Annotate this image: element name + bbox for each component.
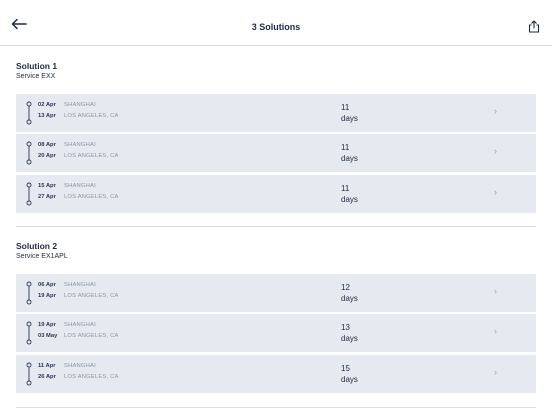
arrival-date: 03 May — [38, 333, 58, 339]
chevron-right-icon: › — [494, 106, 497, 116]
route-icon — [26, 141, 32, 165]
chevron-right-icon: › — [494, 326, 497, 336]
header: 3 Solutions — [0, 0, 552, 46]
page-title: 3 Solutions — [251, 22, 301, 32]
route-icon — [26, 101, 32, 125]
solution-service: Service EXX — [16, 73, 56, 80]
arrival-place: LOS ANGELES, CA — [64, 333, 119, 339]
route-row[interactable]: 02 Apr SHANGHAI 13 Apr LOS ANGELES, CA 1… — [16, 94, 536, 132]
route-row[interactable]: 08 Apr SHANGHAI 20 Apr LOS ANGELES, CA 1… — [16, 134, 536, 172]
arrival-place: LOS ANGELES, CA — [64, 374, 119, 380]
departure-date: 11 Apr — [38, 363, 56, 369]
departure-date: 02 Apr — [38, 102, 56, 108]
route-icon — [26, 281, 32, 305]
departure-date: 15 Apr — [38, 183, 56, 189]
duration-value: 12 — [341, 283, 350, 292]
duration-value: 11 — [341, 103, 350, 112]
chevron-right-icon: › — [494, 367, 497, 377]
arrival-date: 26 Apr — [38, 374, 56, 380]
arrival-place: LOS ANGELES, CA — [64, 153, 119, 159]
duration-value: 15 — [341, 364, 350, 373]
duration-value: 13 — [341, 323, 350, 332]
duration-value: 11 — [341, 184, 350, 193]
departure-date: 08 Apr — [38, 142, 56, 148]
route-row[interactable]: 06 Apr SHANGHAI 19 Apr LOS ANGELES, CA 1… — [16, 274, 536, 312]
departure-place: SHANGHAI — [64, 183, 96, 189]
departure-place: SHANGHAI — [64, 363, 96, 369]
arrival-place: LOS ANGELES, CA — [64, 113, 119, 119]
duration-unit: days — [341, 195, 358, 204]
arrival-date: 13 Apr — [38, 113, 56, 119]
departure-place: SHANGHAI — [64, 282, 96, 288]
departure-date: 06 Apr — [38, 282, 56, 288]
route-row[interactable]: 19 Apr SHANGHAI 03 May LOS ANGELES, CA 1… — [16, 314, 536, 352]
route-icon — [26, 362, 32, 386]
duration-unit: days — [341, 114, 358, 123]
arrival-date: 27 Apr — [38, 194, 56, 200]
route-row[interactable]: 15 Apr SHANGHAI 27 Apr LOS ANGELES, CA 1… — [16, 175, 536, 213]
duration-unit: days — [341, 334, 358, 343]
arrival-date: 19 Apr — [38, 293, 56, 299]
solution-title: Solution 1 — [16, 61, 58, 71]
departure-place: SHANGHAI — [64, 102, 96, 108]
chevron-right-icon: › — [494, 286, 497, 296]
departure-place: SHANGHAI — [64, 142, 96, 148]
share-icon[interactable] — [528, 20, 540, 33]
route-icon — [26, 182, 32, 206]
section-divider — [16, 407, 536, 408]
departure-date: 19 Apr — [38, 322, 56, 328]
duration-unit: days — [341, 154, 358, 163]
route-row[interactable]: 11 Apr SHANGHAI 26 Apr LOS ANGELES, CA 1… — [16, 355, 536, 393]
chevron-right-icon: › — [494, 146, 497, 156]
route-icon — [26, 321, 32, 345]
duration-value: 11 — [341, 143, 350, 152]
arrival-place: LOS ANGELES, CA — [64, 293, 119, 299]
chevron-right-icon: › — [494, 187, 497, 197]
duration-unit: days — [341, 375, 358, 384]
solution-title: Solution 2 — [16, 241, 58, 251]
duration-unit: days — [341, 294, 358, 303]
section-divider — [16, 226, 536, 227]
arrival-place: LOS ANGELES, CA — [64, 194, 119, 200]
arrival-date: 20 Apr — [38, 153, 56, 159]
solution-service: Service EX1APL — [16, 253, 68, 260]
departure-place: SHANGHAI — [64, 322, 96, 328]
